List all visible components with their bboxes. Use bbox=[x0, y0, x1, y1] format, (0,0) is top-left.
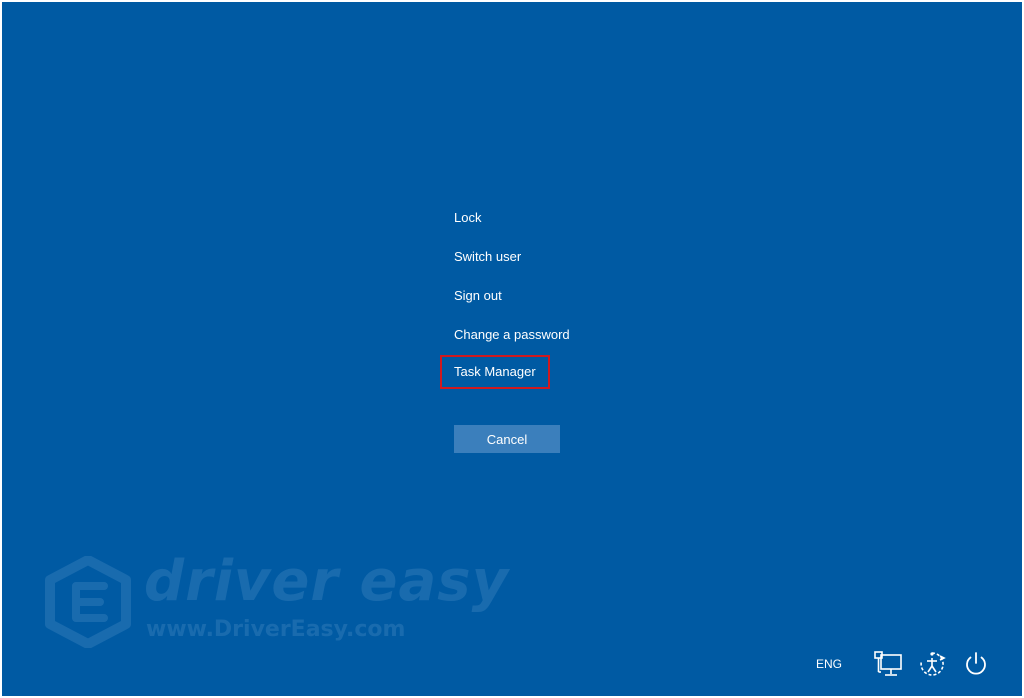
system-tray: ENG bbox=[816, 646, 992, 682]
network-icon[interactable] bbox=[872, 648, 904, 680]
task-manager-option[interactable]: Task Manager bbox=[440, 355, 550, 389]
driver-easy-logo-icon bbox=[45, 556, 131, 648]
ease-of-access-icon[interactable] bbox=[916, 648, 948, 680]
switch-user-option[interactable]: Switch user bbox=[454, 244, 521, 270]
watermark-url: www.DriverEasy.com bbox=[146, 617, 406, 642]
watermark-title: driver easy bbox=[144, 549, 510, 614]
driver-easy-watermark: driver easy www.DriverEasy.com bbox=[42, 550, 508, 650]
sign-out-option[interactable]: Sign out bbox=[454, 283, 502, 309]
security-options-screen: Lock Switch user Sign out Change a passw… bbox=[2, 2, 1022, 696]
language-indicator[interactable]: ENG bbox=[816, 657, 842, 671]
power-icon[interactable] bbox=[960, 648, 992, 680]
change-password-option[interactable]: Change a password bbox=[454, 322, 570, 348]
lock-option[interactable]: Lock bbox=[454, 205, 481, 231]
cancel-button[interactable]: Cancel bbox=[454, 425, 560, 453]
